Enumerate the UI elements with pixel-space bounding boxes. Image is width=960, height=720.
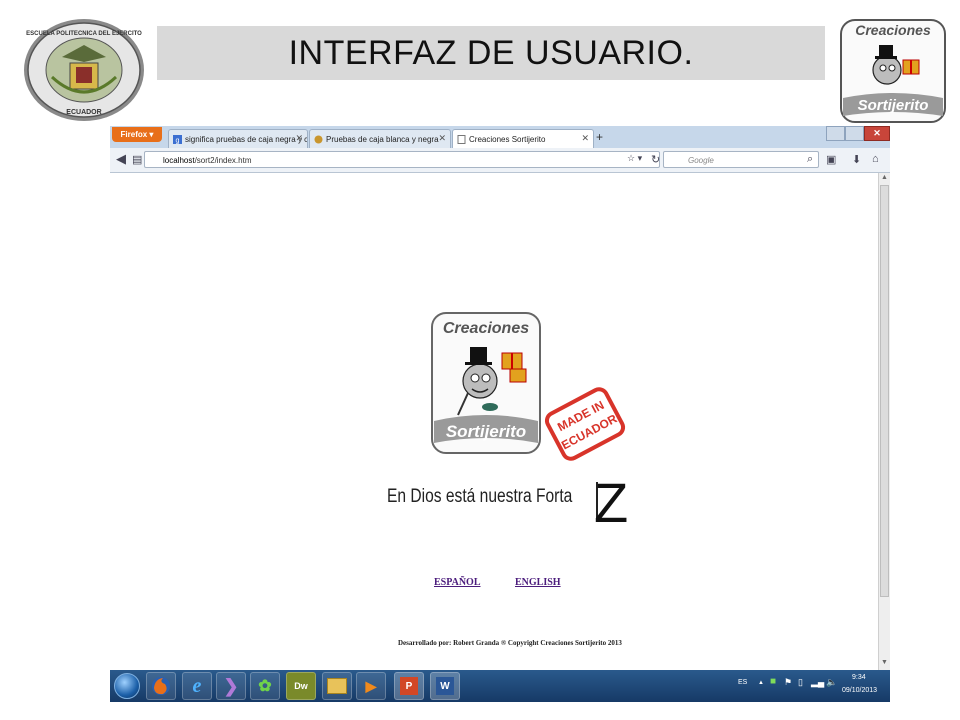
scroll-down-arrow-icon[interactable]: ▼ — [881, 659, 888, 666]
tab-label: Creaciones Sortijerito — [469, 134, 546, 144]
downloads-icon[interactable]: ⬇ — [852, 153, 861, 166]
google-favicon-icon: g — [173, 134, 182, 144]
security-tray-icon[interactable]: ■ — [770, 676, 776, 687]
svg-text:g: g — [176, 137, 180, 144]
back-arrow-icon[interactable]: ◀ — [116, 151, 126, 167]
vertical-scrollbar[interactable]: ▲ ▼ — [878, 173, 890, 670]
search-magnifier-icon[interactable]: ⌕ — [807, 153, 813, 166]
blank-page-favicon-icon — [457, 134, 466, 144]
cursor-glyph: Z — [594, 471, 629, 534]
taskbar-dreamweaver-button[interactable]: Dw — [286, 672, 316, 700]
seal-bottom-text: ECUADOR — [66, 109, 101, 116]
language-link-english[interactable]: ENGLISH — [515, 577, 561, 588]
device-tray-icon[interactable]: ▯ — [798, 677, 803, 688]
taskbar-ie-button[interactable]: e — [182, 672, 212, 700]
green-frog-icon: ✿ — [258, 678, 272, 695]
url-path: /sort2/index.htm — [194, 156, 252, 165]
page-logo-line2: Sortijerito — [446, 422, 526, 441]
window-close-button[interactable]: ✕ — [864, 126, 890, 141]
bookmarks-icon[interactable]: ▤ — [132, 153, 142, 166]
window-maximize-button[interactable] — [845, 126, 864, 141]
page-logo-line1: Creaciones — [443, 320, 529, 337]
slide-title: INTERFAZ DE USUARIO. — [288, 33, 694, 72]
tab-caja-negra[interactable]: g significa pruebas de caja negra y caja… — [168, 129, 308, 148]
home-icon[interactable]: ⌂ — [872, 153, 879, 165]
tab-caja-blanca[interactable]: Pruebas de caja blanca y negra ✕ — [309, 129, 451, 148]
url-host: localhost — [163, 156, 195, 165]
search-placeholder: Google — [688, 156, 714, 165]
page-favicon-icon — [314, 135, 323, 143]
new-tab-plus-icon[interactable]: + — [596, 130, 603, 144]
corner-logo-line1: Creaciones — [855, 22, 931, 38]
seal-top-text: ESCUELA POLITECNICA DEL EJERCITO — [26, 31, 142, 37]
tab-bar: Firefox ▾ g significa pruebas de caja ne… — [110, 126, 890, 148]
dreamweaver-icon: Dw — [294, 681, 308, 691]
close-tab-icon[interactable]: ✕ — [581, 133, 589, 144]
clock-date[interactable]: 09/10/2013 — [842, 687, 877, 694]
play-icon: ▶ — [365, 677, 377, 694]
browser-screenshot: Firefox ▾ g significa pruebas de caja ne… — [110, 126, 890, 702]
corner-logo-line2: Sortijerito — [858, 97, 929, 114]
taskbar-explorer-button[interactable] — [322, 672, 352, 700]
firefox-icon — [152, 677, 170, 695]
addons-icon[interactable]: ▣ — [826, 153, 836, 166]
address-bar[interactable]: localhost/sort2/index.htm — [144, 151, 660, 168]
taskbar-player-button[interactable]: ▶ — [356, 672, 386, 700]
firefox-menu-button[interactable]: Firefox ▾ — [112, 127, 162, 142]
purple-app-icon: ❯ — [223, 675, 239, 696]
tab-label: Pruebas de caja blanca y negra — [326, 134, 439, 144]
close-tab-icon[interactable]: ✕ — [295, 133, 303, 144]
taskbar-media-button[interactable]: ❯ — [216, 672, 246, 700]
taskbar-vuze-button[interactable]: ✿ — [250, 672, 280, 700]
taskbar-powerpoint-button[interactable]: P — [394, 672, 424, 700]
start-button[interactable] — [114, 673, 140, 699]
network-signal-icon[interactable]: ▂▄ — [811, 677, 824, 688]
word-icon: W — [436, 677, 454, 695]
navigation-bar: ◀ ▤ localhost/sort2/index.htm ☆ ▾ ↻ Goog… — [110, 148, 890, 173]
motto-text: En Dios está nuestra Forta — [387, 486, 573, 507]
clock-time[interactable]: 9:34 — [852, 674, 866, 681]
tab-creaciones-sortijerito[interactable]: Creaciones Sortijerito ✕ — [452, 129, 594, 148]
scrollbar-thumb[interactable] — [880, 185, 889, 597]
creaciones-sortijerito-logo: Creaciones Sortijerito — [431, 312, 541, 454]
scroll-up-arrow-icon[interactable]: ▲ — [881, 174, 888, 181]
web-page-content: Creaciones Sortijerito MADE IN ECUADOR E… — [110, 173, 878, 670]
taskbar-firefox-button[interactable] — [146, 672, 176, 700]
bookmark-star-icon[interactable]: ☆ ▾ — [627, 153, 642, 164]
internet-explorer-icon: e — [192, 674, 202, 697]
window-minimize-button[interactable] — [826, 126, 845, 141]
language-link-espanol[interactable]: ESPAÑOL — [434, 577, 481, 588]
close-tab-icon[interactable]: ✕ — [438, 133, 446, 144]
reload-icon[interactable]: ↻ — [651, 153, 660, 166]
firefox-menu-label: Firefox — [120, 130, 148, 139]
slide-title-band: INTERFAZ DE USUARIO. — [157, 26, 825, 80]
powerpoint-icon: P — [400, 677, 418, 695]
show-hidden-icons-icon[interactable]: ▲ — [758, 680, 764, 686]
brand-logo-corner: Creaciones Sortijerito — [840, 19, 946, 123]
action-center-flag-icon[interactable]: ⚑ — [784, 677, 792, 688]
windows-taskbar: e ❯ ✿ Dw ▶ P W ES ▲ ■ ⚑ ▯ ▂▄ 🔈 9:34 09/1… — [110, 670, 890, 702]
developer-credit: Desarrollado por: Robert Granda ® Copyri… — [398, 639, 622, 647]
volume-icon[interactable]: 🔈 — [826, 677, 837, 688]
university-seal-icon: ESCUELA POLITECNICA DEL EJERCITO ECUADOR — [24, 19, 144, 121]
made-in-ecuador-stamp: MADE IN ECUADOR — [544, 387, 626, 461]
search-input[interactable]: Google — [663, 151, 819, 168]
taskbar-word-button[interactable]: W — [430, 672, 460, 700]
language-indicator[interactable]: ES — [738, 679, 747, 686]
tab-label: significa pruebas de caja negra y caja .… — [185, 134, 308, 144]
folder-icon — [327, 678, 347, 694]
